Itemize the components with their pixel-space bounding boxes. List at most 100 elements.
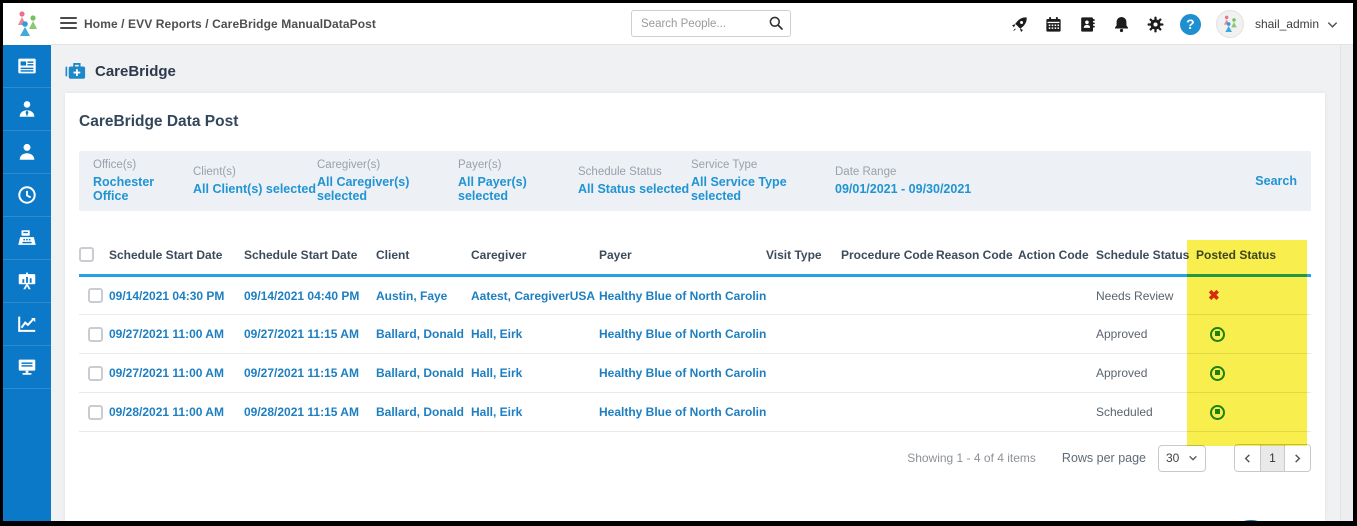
pagination-bar: Showing 1 - 4 of 4 items Rows per page 3… (79, 444, 1311, 472)
col-schedule-start-date-2: Schedule Start Date (244, 233, 376, 276)
search-icon[interactable] (768, 15, 784, 31)
avatar[interactable] (1216, 10, 1244, 38)
filter-value[interactable]: Rochester Office (93, 175, 193, 203)
row-checkbox[interactable] (88, 288, 103, 303)
app-logo[interactable] (3, 3, 51, 45)
col-schedule-start-date: Schedule Start Date (109, 233, 244, 276)
cell-client[interactable]: Austin, Faye (376, 289, 447, 303)
filter-label: Caregiver(s) (317, 159, 458, 171)
cell-payer[interactable]: Healthy Blue of North Carolina (599, 327, 766, 341)
page-title: CareBridge (95, 63, 176, 80)
row-checkbox[interactable] (88, 366, 103, 381)
table-row: 09/28/2021 11:00 AM 09/28/2021 11:15 AM … (79, 393, 1311, 432)
calendar-icon[interactable] (1044, 15, 1063, 34)
sidebar-item-scheduling[interactable] (3, 174, 51, 217)
cell-payer[interactable]: Healthy Blue of North Carolina (599, 289, 766, 303)
help-icon[interactable]: ? (1180, 14, 1201, 35)
rows-per-page-select[interactable]: 30 (1158, 445, 1206, 472)
filter-label: Client(s) (193, 166, 317, 178)
grid-header-row: Schedule Start Date Schedule Start Date … (79, 233, 1311, 276)
chevron-down-icon (1188, 453, 1198, 463)
col-schedule-status: Schedule Status (1096, 233, 1196, 276)
filter-value[interactable]: All Client(s) selected (193, 182, 317, 196)
cell-date1[interactable]: 09/28/2021 11:00 AM (109, 405, 224, 419)
sidebar-item-analytics[interactable] (3, 303, 51, 346)
cell-procedure-code (841, 393, 936, 432)
search-button[interactable]: Search (1255, 174, 1297, 188)
cell-procedure-code (841, 276, 936, 315)
cell-caregiver[interactable]: Aatest, CaregiverUSA (471, 289, 595, 303)
cell-date1[interactable]: 09/27/2021 11:00 AM (109, 366, 224, 380)
sidebar-item-caregivers[interactable] (3, 88, 51, 131)
people-logo-icon (1220, 14, 1240, 34)
sidebar-item-evv-console[interactable] (3, 346, 51, 389)
row-checkbox[interactable] (88, 327, 103, 342)
filter-label: Schedule Status (578, 166, 691, 178)
bell-icon[interactable] (1112, 15, 1131, 34)
medical-bag-icon (65, 61, 87, 81)
cell-payer[interactable]: Healthy Blue of North Carolina (599, 405, 766, 419)
sidebar-item-reports[interactable] (3, 260, 51, 303)
filter-label: Date Range (835, 166, 1025, 178)
cell-schedule-status: Approved (1096, 315, 1196, 354)
select-all-checkbox[interactable] (79, 247, 94, 262)
next-page-button[interactable] (1285, 445, 1310, 471)
cell-reason-code (936, 393, 1018, 432)
chevron-down-icon[interactable] (1326, 18, 1339, 31)
table-row: 09/27/2021 11:00 AM 09/27/2021 11:15 AM … (79, 354, 1311, 393)
cell-caregiver[interactable]: Hall, Eirk (471, 405, 522, 419)
id-card-icon (16, 55, 38, 77)
cell-action-code (1018, 315, 1096, 354)
cell-date2[interactable]: 09/27/2021 11:15 AM (244, 327, 359, 341)
prev-page-button[interactable] (1235, 445, 1260, 471)
username[interactable]: shail_admin (1255, 17, 1319, 31)
cell-date2[interactable]: 09/28/2021 11:15 AM (244, 405, 359, 419)
address-book-icon[interactable] (1078, 15, 1097, 34)
vertical-scrollbar[interactable] (1340, 45, 1353, 521)
rocket-icon[interactable] (1010, 15, 1029, 34)
filter-value[interactable]: All Caregiver(s) selected (317, 175, 458, 203)
cell-payer[interactable]: Healthy Blue of North Carolina (599, 366, 766, 380)
cell-date2[interactable]: 09/27/2021 11:15 AM (244, 366, 359, 380)
filter-date-range: Date Range 09/01/2021 - 09/30/2021 (835, 166, 1025, 196)
cell-caregiver[interactable]: Hall, Eirk (471, 366, 522, 380)
cell-client[interactable]: Ballard, Donald (376, 327, 464, 341)
search-input[interactable] (631, 10, 791, 37)
filter-schedule-status: Schedule Status All Status selected (578, 166, 691, 196)
row-checkbox[interactable] (88, 405, 103, 420)
app-window: Home / EVV Reports / CareBridge ManualDa… (0, 0, 1357, 526)
cell-visit-type (766, 315, 841, 354)
sidebar-item-clients[interactable] (3, 131, 51, 174)
filter-label: Office(s) (93, 159, 193, 171)
cell-caregiver[interactable]: Hall, Eirk (471, 327, 522, 341)
rows-per-page-value: 30 (1166, 451, 1179, 465)
table-row: 09/27/2021 11:00 AM 09/27/2021 11:15 AM … (79, 315, 1311, 354)
not-posted-icon: ✖ (1196, 287, 1220, 304)
sidebar-item-billing[interactable] (3, 217, 51, 260)
filter-value[interactable]: All Payer(s) selected (458, 175, 578, 203)
cell-client[interactable]: Ballard, Donald (376, 366, 464, 380)
line-chart-icon (16, 313, 38, 335)
cell-reason-code (936, 315, 1018, 354)
gear-icon[interactable] (1146, 15, 1165, 34)
cell-date1[interactable]: 09/14/2021 04:30 PM (109, 289, 224, 303)
page-number-current[interactable]: 1 (1260, 445, 1285, 471)
breadcrumb[interactable]: Home / EVV Reports / CareBridge ManualDa… (84, 17, 376, 31)
sidebar (3, 45, 51, 521)
posted-icon (1210, 405, 1225, 420)
cell-schedule-status: Scheduled (1096, 393, 1196, 432)
filter-value[interactable]: 09/01/2021 - 09/30/2021 (835, 182, 1025, 196)
filter-value[interactable]: All Service Type selected (691, 175, 835, 203)
top-bar: Home / EVV Reports / CareBridge ManualDa… (3, 3, 1353, 45)
col-reason-code: Reason Code (936, 233, 1018, 276)
cell-date2[interactable]: 09/14/2021 04:40 PM (244, 289, 359, 303)
col-visit-type: Visit Type (766, 233, 841, 276)
cell-date1[interactable]: 09/27/2021 11:00 AM (109, 327, 224, 341)
filter-value[interactable]: All Status selected (578, 182, 691, 196)
sidebar-item-news[interactable] (3, 45, 51, 88)
cell-schedule-status: Needs Review (1096, 276, 1196, 315)
menu-toggle-icon[interactable] (60, 17, 77, 32)
cell-client[interactable]: Ballard, Donald (376, 405, 464, 419)
col-action-code: Action Code (1018, 233, 1096, 276)
table-row: 09/14/2021 04:30 PM 09/14/2021 04:40 PM … (79, 276, 1311, 315)
